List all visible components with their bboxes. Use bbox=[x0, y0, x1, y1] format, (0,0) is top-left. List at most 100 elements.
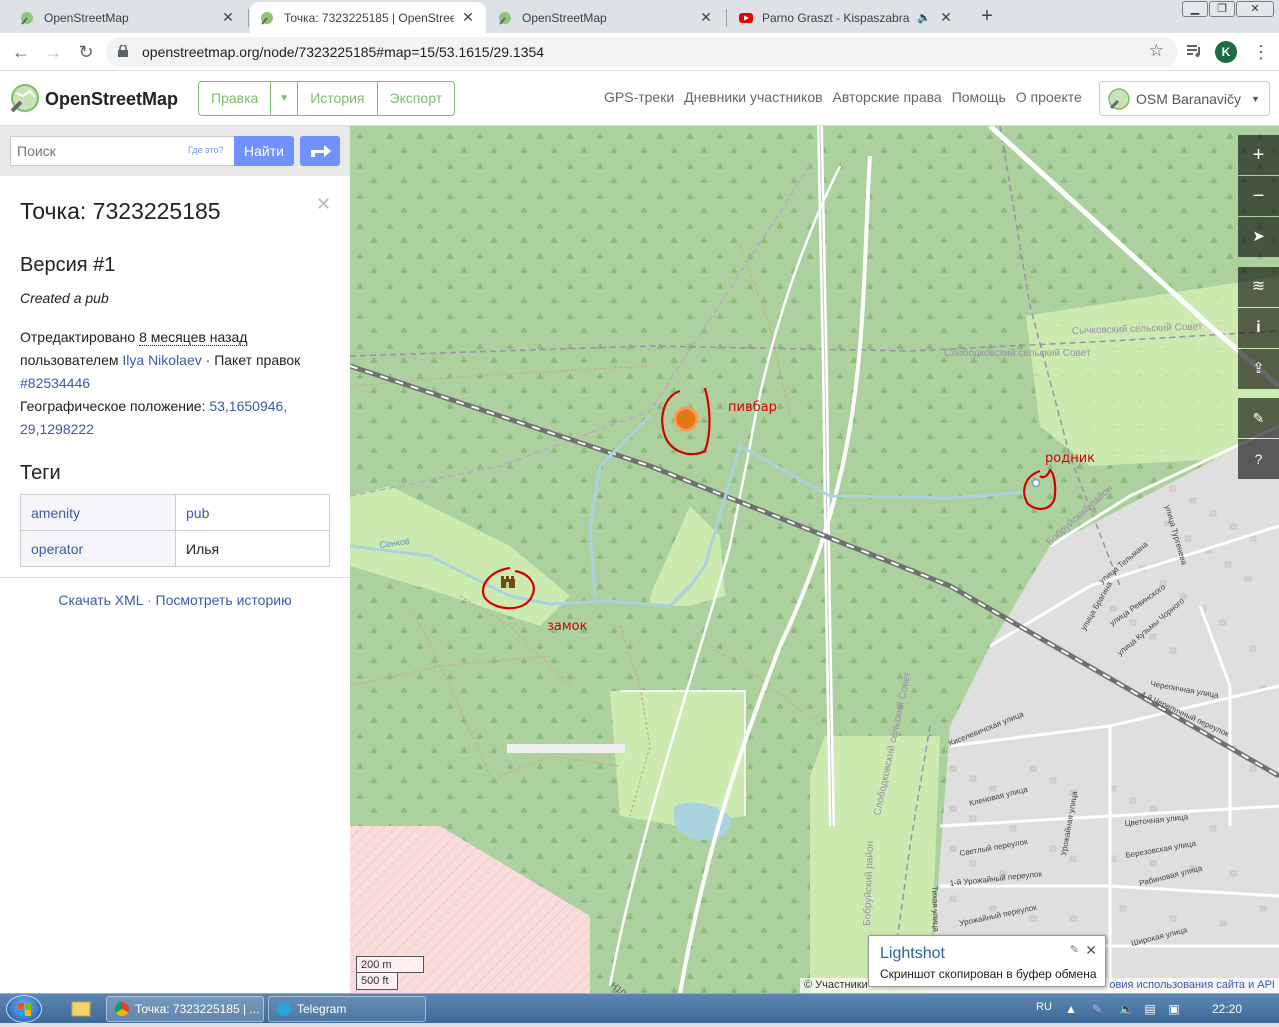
back-arrow-icon[interactable]: ← bbox=[9, 40, 33, 64]
lock-icon bbox=[118, 45, 128, 57]
edited-label: Отредактировано bbox=[20, 329, 136, 345]
location-lat-link[interactable]: 53,1650946, bbox=[209, 398, 287, 414]
edit-dropdown-caret-icon[interactable]: ▼ bbox=[271, 82, 299, 115]
osm-logo-icon[interactable] bbox=[10, 83, 40, 113]
nav-copyright[interactable]: Авторские права bbox=[833, 89, 942, 105]
scale-metric: 200 m bbox=[356, 956, 424, 973]
tag-key[interactable]: operator bbox=[20, 530, 176, 567]
version-comment: Created a pub bbox=[20, 290, 109, 306]
taskbar-item-telegram[interactable]: Telegram bbox=[268, 996, 426, 1022]
bookmark-star-icon[interactable]: ☆ bbox=[1149, 41, 1164, 61]
close-tab-icon[interactable]: ✕ bbox=[938, 9, 954, 26]
close-tab-icon[interactable]: ✕ bbox=[220, 9, 236, 26]
browser-tab[interactable]: Parno Graszt - Kispaszabra ko 🔈 ✕ bbox=[728, 2, 964, 33]
tray-expand-icon[interactable]: ▲ bbox=[1064, 1002, 1078, 1016]
close-panel-icon[interactable]: ✕ bbox=[316, 194, 331, 215]
changeset-label: · Пакет правок bbox=[205, 352, 301, 368]
chrome-icon bbox=[115, 1002, 129, 1016]
changeset-link[interactable]: #82534446 bbox=[20, 375, 90, 391]
new-tab-button[interactable]: + bbox=[976, 5, 998, 27]
query-features-icon[interactable]: ? bbox=[1238, 439, 1279, 479]
action-center-icon[interactable]: ▣ bbox=[1167, 1002, 1181, 1016]
lightshot-message: Скриншот скопирован в буфер обмена bbox=[880, 967, 1097, 981]
profile-avatar[interactable]: K bbox=[1215, 41, 1237, 63]
spring-marker-icon[interactable] bbox=[1031, 478, 1041, 488]
volume-icon[interactable]: 🔈 bbox=[1119, 1002, 1134, 1016]
directions-icon bbox=[311, 145, 331, 157]
zoom-out-button[interactable]: − bbox=[1238, 176, 1279, 216]
by-label: пользователем bbox=[20, 352, 119, 368]
map[interactable]: ♣ ♣ ᴗ bbox=[350, 126, 1279, 993]
location-lon-link[interactable]: 29,1298222 bbox=[20, 421, 94, 437]
council-label-2: Слободковский сельский Совет bbox=[944, 347, 1091, 359]
scale-imperial: 500 ft bbox=[356, 973, 398, 990]
share-icon[interactable]: ⇪ bbox=[1238, 349, 1279, 389]
folder-icon bbox=[71, 1001, 91, 1017]
directions-button[interactable] bbox=[300, 136, 340, 166]
osm-logo-text[interactable]: OpenStreetMap bbox=[45, 89, 178, 110]
nav-gps-traces[interactable]: GPS-треки bbox=[604, 89, 674, 105]
geolocate-icon[interactable]: ➤ bbox=[1238, 217, 1279, 257]
language-indicator[interactable]: RU bbox=[1036, 1001, 1052, 1013]
close-tab-icon[interactable]: ✕ bbox=[698, 9, 714, 26]
attribution-contributors[interactable]: © Участники bbox=[804, 979, 868, 991]
network-icon[interactable]: ▤ bbox=[1143, 1002, 1157, 1016]
taskbar-item-label: Telegram bbox=[297, 1002, 347, 1016]
close-tab-icon[interactable]: ✕ bbox=[460, 9, 476, 26]
start-button[interactable] bbox=[6, 995, 42, 1023]
lightshot-notification[interactable]: Lightshot Скриншот скопирован в буфер об… bbox=[868, 935, 1106, 987]
browser-tab-active[interactable]: Точка: 7323225185 | OpenStreetMap ✕ bbox=[250, 2, 486, 33]
browser-tab[interactable]: OpenStreetMap ✕ bbox=[10, 2, 246, 33]
address-bar[interactable]: openstreetmap.org/node/7323225185#map=15… bbox=[106, 37, 1178, 67]
close-window-button[interactable]: ✕ bbox=[1236, 1, 1274, 17]
castle-marker-icon[interactable] bbox=[501, 576, 515, 588]
node-title: Точка: 7323225185 bbox=[20, 198, 221, 224]
close-icon[interactable]: ✕ bbox=[1085, 942, 1097, 959]
browser-tab[interactable]: OpenStreetMap ✕ bbox=[488, 2, 724, 33]
media-control-icon[interactable] bbox=[1184, 41, 1204, 61]
edit-button[interactable]: Правка bbox=[199, 82, 272, 115]
chrome-menu-icon[interactable]: ⋮ bbox=[1252, 40, 1270, 64]
tag-value: Илья bbox=[175, 530, 330, 567]
map-canvas[interactable]: ♣ ♣ ᴗ bbox=[350, 126, 1279, 993]
link-separator: · bbox=[146, 592, 152, 608]
reload-icon[interactable]: ↻ bbox=[74, 40, 98, 64]
add-note-icon[interactable]: ✎ bbox=[1238, 398, 1279, 438]
map-scale: 200 m 500 ft bbox=[356, 956, 426, 990]
clock[interactable]: 22:20 bbox=[1212, 1002, 1242, 1016]
tab-title: OpenStreetMap bbox=[44, 10, 129, 25]
nav-diaries[interactable]: Дневники участников bbox=[684, 89, 822, 105]
pub-marker-icon[interactable] bbox=[673, 406, 699, 432]
attribution-terms-link[interactable]: овия использования сайта и API bbox=[1109, 978, 1275, 993]
user-link[interactable]: Ilya Nikolaev bbox=[122, 352, 201, 368]
history-button[interactable]: История bbox=[298, 82, 378, 115]
nav-about[interactable]: О проекте bbox=[1016, 89, 1082, 105]
download-xml-link[interactable]: Скачать XML bbox=[58, 592, 143, 608]
export-button[interactable]: Экспорт bbox=[378, 82, 455, 115]
osm-header: OpenStreetMap Правка ▼ История Экспорт G… bbox=[0, 71, 1279, 126]
taskbar-item-chrome[interactable]: Точка: 7323225185 | ... bbox=[106, 996, 264, 1022]
osm-favicon-icon bbox=[261, 11, 273, 25]
spring-annotation-text: родник bbox=[1045, 451, 1095, 466]
node-details: Отредактировано 8 месяцев назад пользова… bbox=[20, 326, 330, 441]
lightshot-tray-icon[interactable]: ✎ bbox=[1090, 1002, 1104, 1016]
maximize-button[interactable]: ❐ bbox=[1209, 1, 1235, 17]
where-is-this-link[interactable]: Где это? bbox=[188, 145, 223, 155]
nav-help[interactable]: Помощь bbox=[952, 89, 1006, 105]
divider bbox=[0, 577, 350, 578]
zoom-in-button[interactable]: + bbox=[1238, 135, 1279, 175]
pin-icon[interactable]: ✎ bbox=[1070, 943, 1079, 956]
info-icon[interactable]: i bbox=[1238, 308, 1279, 348]
view-history-link[interactable]: Посмотреть историю bbox=[156, 592, 292, 608]
layers-icon[interactable]: ≋ bbox=[1238, 267, 1279, 307]
taskbar-item-label: Точка: 7323225185 | ... bbox=[135, 1002, 260, 1016]
forward-arrow-icon[interactable]: → bbox=[41, 40, 65, 64]
tag-value[interactable]: pub bbox=[175, 494, 330, 531]
speaker-icon: 🔈 bbox=[917, 12, 931, 24]
tag-key[interactable]: amenity bbox=[20, 494, 176, 531]
tab-title: OpenStreetMap bbox=[522, 10, 607, 25]
explorer-taskbar-button[interactable] bbox=[58, 998, 102, 1020]
search-button[interactable]: Найти bbox=[234, 136, 294, 166]
minimize-button[interactable]: ▁ bbox=[1182, 1, 1208, 17]
user-menu-button[interactable]: OSM Baranavičy ▼ bbox=[1099, 81, 1270, 116]
